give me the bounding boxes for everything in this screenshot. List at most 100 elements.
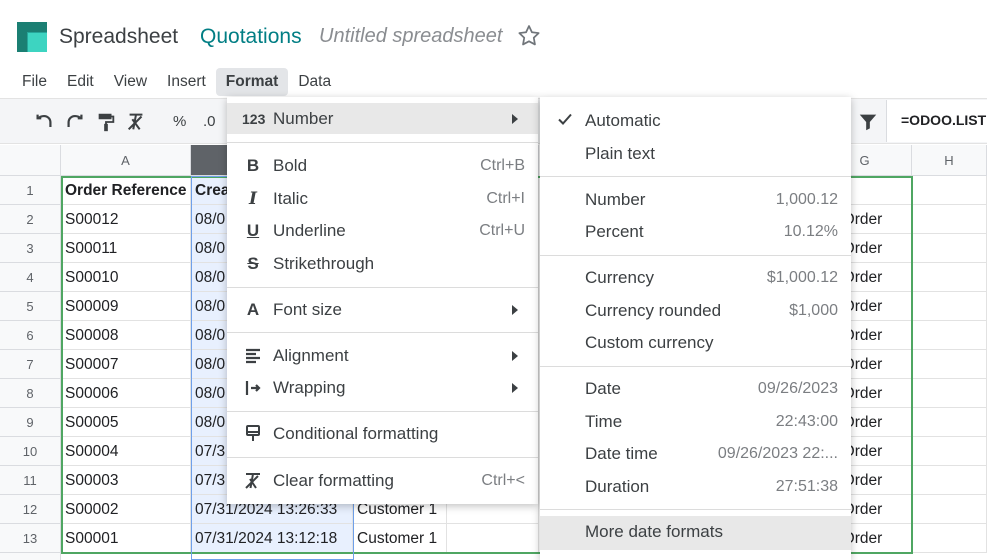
menu-item-italic[interactable]: I Italic Ctrl+I [227, 183, 538, 214]
row-header[interactable]: 3 [0, 234, 61, 263]
submenu-item-currency-rounded[interactable]: Currency rounded $1,000 [540, 295, 851, 326]
cell-h[interactable] [912, 408, 987, 437]
format-percent-button[interactable]: % [173, 113, 186, 130]
redo-icon[interactable] [64, 111, 86, 133]
row-header[interactable]: 14 [0, 553, 61, 560]
cell-h[interactable] [912, 495, 987, 524]
corner-header[interactable] [0, 145, 61, 176]
row-header[interactable]: 1 [0, 176, 61, 205]
menu-insert[interactable]: Insert [157, 68, 216, 96]
spreadsheet-logo-icon [17, 22, 47, 52]
menu-item-shortcut: Ctrl+< [481, 472, 525, 489]
cell-a[interactable]: S00003 [61, 466, 191, 495]
cell-h[interactable] [912, 205, 987, 234]
cell-a[interactable]: S00004 [61, 437, 191, 466]
submenu-item-currency[interactable]: Currency $1,000.12 [540, 262, 851, 293]
check-icon [558, 113, 572, 125]
menu-item-font-size[interactable]: A Font size [227, 294, 538, 325]
number-format-icon: 123 [242, 111, 266, 127]
col-header-a[interactable]: A [61, 145, 191, 176]
submenu-item-percent[interactable]: Percent 10.12% [540, 216, 851, 247]
row-header[interactable]: 7 [0, 350, 61, 379]
row-header[interactable]: 11 [0, 466, 61, 495]
submenu-item-label: Percent [585, 222, 644, 241]
document-title[interactable]: Untitled spreadsheet [319, 25, 502, 48]
cell-h[interactable] [912, 234, 987, 263]
cell-h[interactable] [912, 176, 987, 205]
paint-format-icon[interactable] [95, 111, 117, 133]
menu-item-underline[interactable]: U Underline Ctrl+U [227, 215, 538, 246]
row-header[interactable]: 12 [0, 495, 61, 524]
menu-item-label: Conditional formatting [273, 424, 439, 443]
row-header[interactable]: 9 [0, 408, 61, 437]
submenu-item-automatic[interactable]: Automatic [540, 105, 851, 136]
decrease-decimal-button[interactable]: .0 [203, 113, 216, 130]
cell-c[interactable]: Customer 1 [353, 524, 447, 553]
col-header-h[interactable]: H [912, 145, 987, 176]
undo-icon[interactable] [33, 111, 55, 133]
menu-data[interactable]: Data [288, 68, 341, 96]
cell-a[interactable]: S00008 [61, 321, 191, 350]
submenu-item-plain-text[interactable]: Plain text [540, 138, 851, 169]
cell-h[interactable] [912, 350, 987, 379]
menu-item-bold[interactable]: B Bold Ctrl+B [227, 150, 538, 181]
menu-item-wrapping[interactable]: Wrapping [227, 372, 538, 403]
submenu-item-date[interactable]: Date 09/26/2023 [540, 373, 851, 404]
row-header[interactable]: 2 [0, 205, 61, 234]
row-header[interactable]: 8 [0, 379, 61, 408]
cell-a[interactable]: S00007 [61, 350, 191, 379]
cell-h[interactable] [912, 263, 987, 292]
submenu-item-duration[interactable]: Duration 27:51:38 [540, 471, 851, 502]
submenu-item-date-time[interactable]: Date time 09/26/2023 22:... [540, 438, 851, 469]
menu-item-label: Number [273, 109, 334, 128]
menu-format[interactable]: Format [215, 68, 289, 96]
menu-file[interactable]: File [12, 68, 57, 96]
submenu-item-more-date-formats[interactable]: More date formats [540, 516, 851, 550]
cell-a[interactable]: S00005 [61, 408, 191, 437]
submenu-item-number[interactable]: Number 1,000.12 [540, 184, 851, 215]
row-header[interactable]: 6 [0, 321, 61, 350]
cell-h[interactable] [912, 466, 987, 495]
clear-format-icon[interactable] [125, 111, 147, 133]
menu-divider [227, 411, 538, 412]
cell-a[interactable]: S00009 [61, 292, 191, 321]
menu-divider [540, 176, 851, 177]
submenu-item-label: Date [585, 379, 621, 398]
cell-a[interactable]: S00001 [61, 524, 191, 553]
cell-h[interactable] [912, 292, 987, 321]
submenu-item-label: Duration [585, 477, 650, 496]
menu-item-label: Italic [273, 189, 308, 208]
cell-b[interactable]: 07/31/2024 13:12:18 [191, 524, 353, 553]
row-header[interactable]: 4 [0, 263, 61, 292]
cell-a[interactable]: S00011 [61, 234, 191, 263]
row-header[interactable]: 13 [0, 524, 61, 553]
cell-a[interactable]: S00006 [61, 379, 191, 408]
cell-h[interactable] [912, 321, 987, 350]
star-icon[interactable] [516, 23, 542, 49]
submenu-arrow-icon [512, 383, 518, 393]
formula-bar[interactable]: =ODOO.LIST [886, 100, 987, 142]
cell-h[interactable] [912, 437, 987, 466]
menu-item-clear-formatting[interactable]: Clear formatting Ctrl+< [227, 465, 538, 496]
menu-item-alignment[interactable]: Alignment [227, 340, 538, 371]
row-header[interactable]: 5 [0, 292, 61, 321]
filter-icon[interactable] [857, 111, 879, 133]
cell-a[interactable]: Order Reference [61, 176, 191, 205]
menu-edit[interactable]: Edit [57, 68, 104, 96]
menu-item-conditional-formatting[interactable]: Conditional formatting [227, 418, 538, 449]
submenu-item-custom-currency[interactable]: Custom currency [540, 327, 851, 358]
breadcrumb-quotations[interactable]: Quotations [200, 25, 302, 49]
cell-a[interactable]: S00010 [61, 263, 191, 292]
menu-item-number[interactable]: 123 Number [227, 103, 538, 134]
cell-a[interactable]: S00012 [61, 205, 191, 234]
row-header[interactable]: 10 [0, 437, 61, 466]
cell-d[interactable] [447, 524, 539, 553]
cell-h[interactable] [912, 524, 987, 553]
format-example: $1,000.12 [766, 269, 838, 286]
cell-h[interactable] [912, 379, 987, 408]
submenu-item-time[interactable]: Time 22:43:00 [540, 406, 851, 437]
menu-item-shortcut: Ctrl+I [486, 190, 525, 207]
menu-view[interactable]: View [104, 68, 157, 96]
cell-a[interactable]: S00002 [61, 495, 191, 524]
menu-item-strikethrough[interactable]: S Strikethrough [227, 248, 538, 279]
